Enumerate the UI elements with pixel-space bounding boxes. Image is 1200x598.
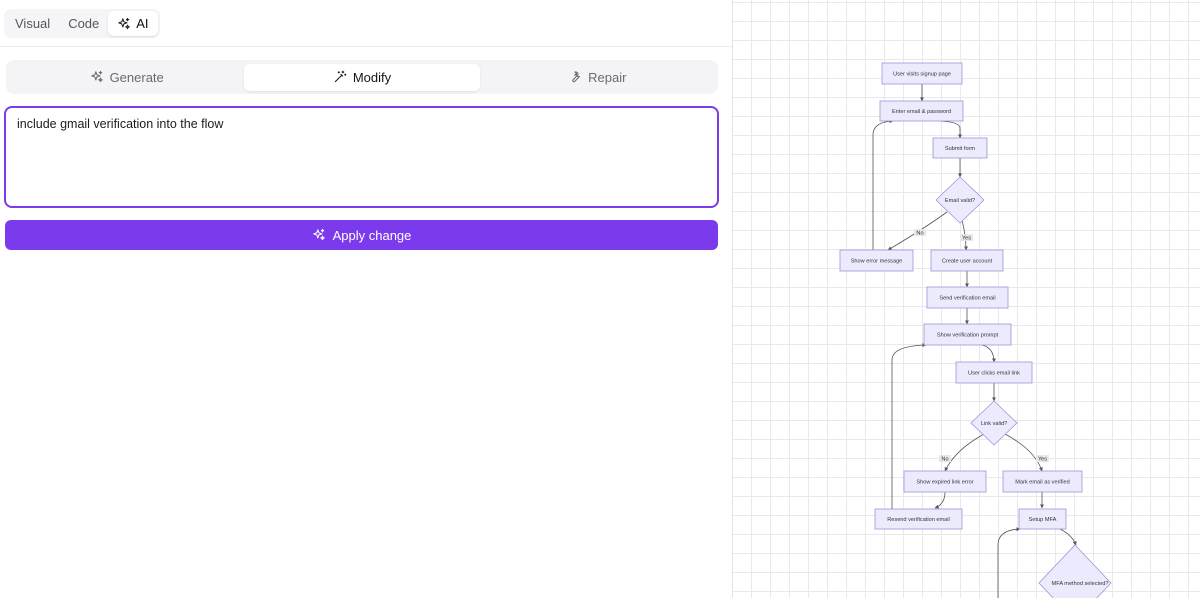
wrench-icon <box>568 70 582 84</box>
tab-code-label: Code <box>68 16 100 31</box>
diagram-canvas[interactable]: No Yes No Yes User visits signup page En… <box>733 0 1200 598</box>
svg-text:Show error message: Show error message <box>851 259 903 265</box>
decision-email-valid[interactable]: Email valid? <box>935 176 985 224</box>
editor-panel: Visual Code AI Generate Modify Repair in… <box>0 0 732 598</box>
prompt-input[interactable]: include gmail verification into the flow <box>4 106 719 208</box>
tab-code[interactable]: Code <box>59 11 108 36</box>
tab-ai[interactable]: AI <box>108 11 158 36</box>
node-send-verification-email[interactable]: Send verification email <box>926 286 1009 309</box>
node-setup-mfa[interactable]: Setup MFA <box>1018 508 1067 530</box>
node-submit-form[interactable]: Submit form <box>932 137 988 159</box>
flowchart: No Yes No Yes User visits signup page En… <box>839 62 1112 598</box>
sparkles-icon <box>312 228 326 242</box>
tab-visual[interactable]: Visual <box>6 11 59 36</box>
header-divider <box>0 46 732 47</box>
node-enter-email-password[interactable]: Enter email & password <box>879 100 964 122</box>
svg-text:Submit form: Submit form <box>945 146 975 152</box>
tab-modify-label: Modify <box>352 69 392 85</box>
sparkles-icon <box>90 70 104 84</box>
svg-text:Enter email & password: Enter email & password <box>892 109 951 115</box>
svg-text:Show expired link error: Show expired link error <box>916 480 973 486</box>
tab-generate-label: Generate <box>109 69 164 85</box>
tab-modify[interactable]: Modify <box>244 63 480 91</box>
node-show-expired-link-error[interactable]: Show expired link error <box>903 470 987 493</box>
tab-ai-label: AI <box>136 16 149 31</box>
svg-text:User visits signup page: User visits signup page <box>893 72 951 78</box>
svg-text:Send verification email: Send verification email <box>939 296 995 302</box>
svg-text:MFA method selected?: MFA method selected? <box>1052 581 1109 587</box>
decision-mfa-method-selected[interactable]: MFA method selected? <box>1038 544 1112 598</box>
edge-label-no-1: No <box>914 229 926 237</box>
node-user-clicks-email-link[interactable]: User clicks email link <box>955 361 1033 384</box>
svg-text:Resend verification email: Resend verification email <box>887 517 950 523</box>
svg-text:Create user account: Create user account <box>942 259 993 265</box>
node-user-visits-signup[interactable]: User visits signup page <box>881 62 963 85</box>
node-resend-verification-email[interactable]: Resend verification email <box>874 508 963 530</box>
svg-text:Email valid?: Email valid? <box>945 198 975 204</box>
svg-text:Setup MFA: Setup MFA <box>1029 517 1057 523</box>
tab-repair-label: Repair <box>588 69 627 85</box>
apply-change-button[interactable]: Apply change <box>5 220 718 250</box>
svg-text:Show verification prompt: Show verification prompt <box>937 333 999 339</box>
tab-visual-label: Visual <box>15 16 51 31</box>
decision-link-valid[interactable]: Link valid? <box>970 400 1018 446</box>
svg-text:Mark email as verified: Mark email as verified <box>1015 480 1069 486</box>
edge-label-yes-2: Yes <box>1036 455 1049 463</box>
node-create-user-account[interactable]: Create user account <box>930 249 1004 272</box>
svg-text:User clicks email link: User clicks email link <box>968 371 1020 377</box>
svg-text:Link valid?: Link valid? <box>981 421 1007 427</box>
svg-text:No: No <box>916 231 923 237</box>
sparkles-icon <box>117 17 131 31</box>
node-show-error-message[interactable]: Show error message <box>839 249 914 272</box>
mode-tabs: Visual Code AI <box>4 9 160 38</box>
magic-wand-icon <box>333 70 347 84</box>
apply-change-label: Apply change <box>332 227 412 243</box>
svg-text:Yes: Yes <box>962 236 971 242</box>
tab-repair[interactable]: Repair <box>480 64 715 91</box>
node-show-verification-prompt[interactable]: Show verification prompt <box>923 323 1012 346</box>
ai-action-tabs: Generate Modify Repair <box>6 60 718 94</box>
edge-label-no-2: No <box>939 455 951 463</box>
svg-text:No: No <box>941 457 948 463</box>
svg-text:Yes: Yes <box>1038 457 1047 463</box>
tab-generate[interactable]: Generate <box>9 64 244 91</box>
edge-label-yes-1: Yes <box>960 234 973 242</box>
node-mark-email-verified[interactable]: Mark email as verified <box>1002 470 1083 493</box>
